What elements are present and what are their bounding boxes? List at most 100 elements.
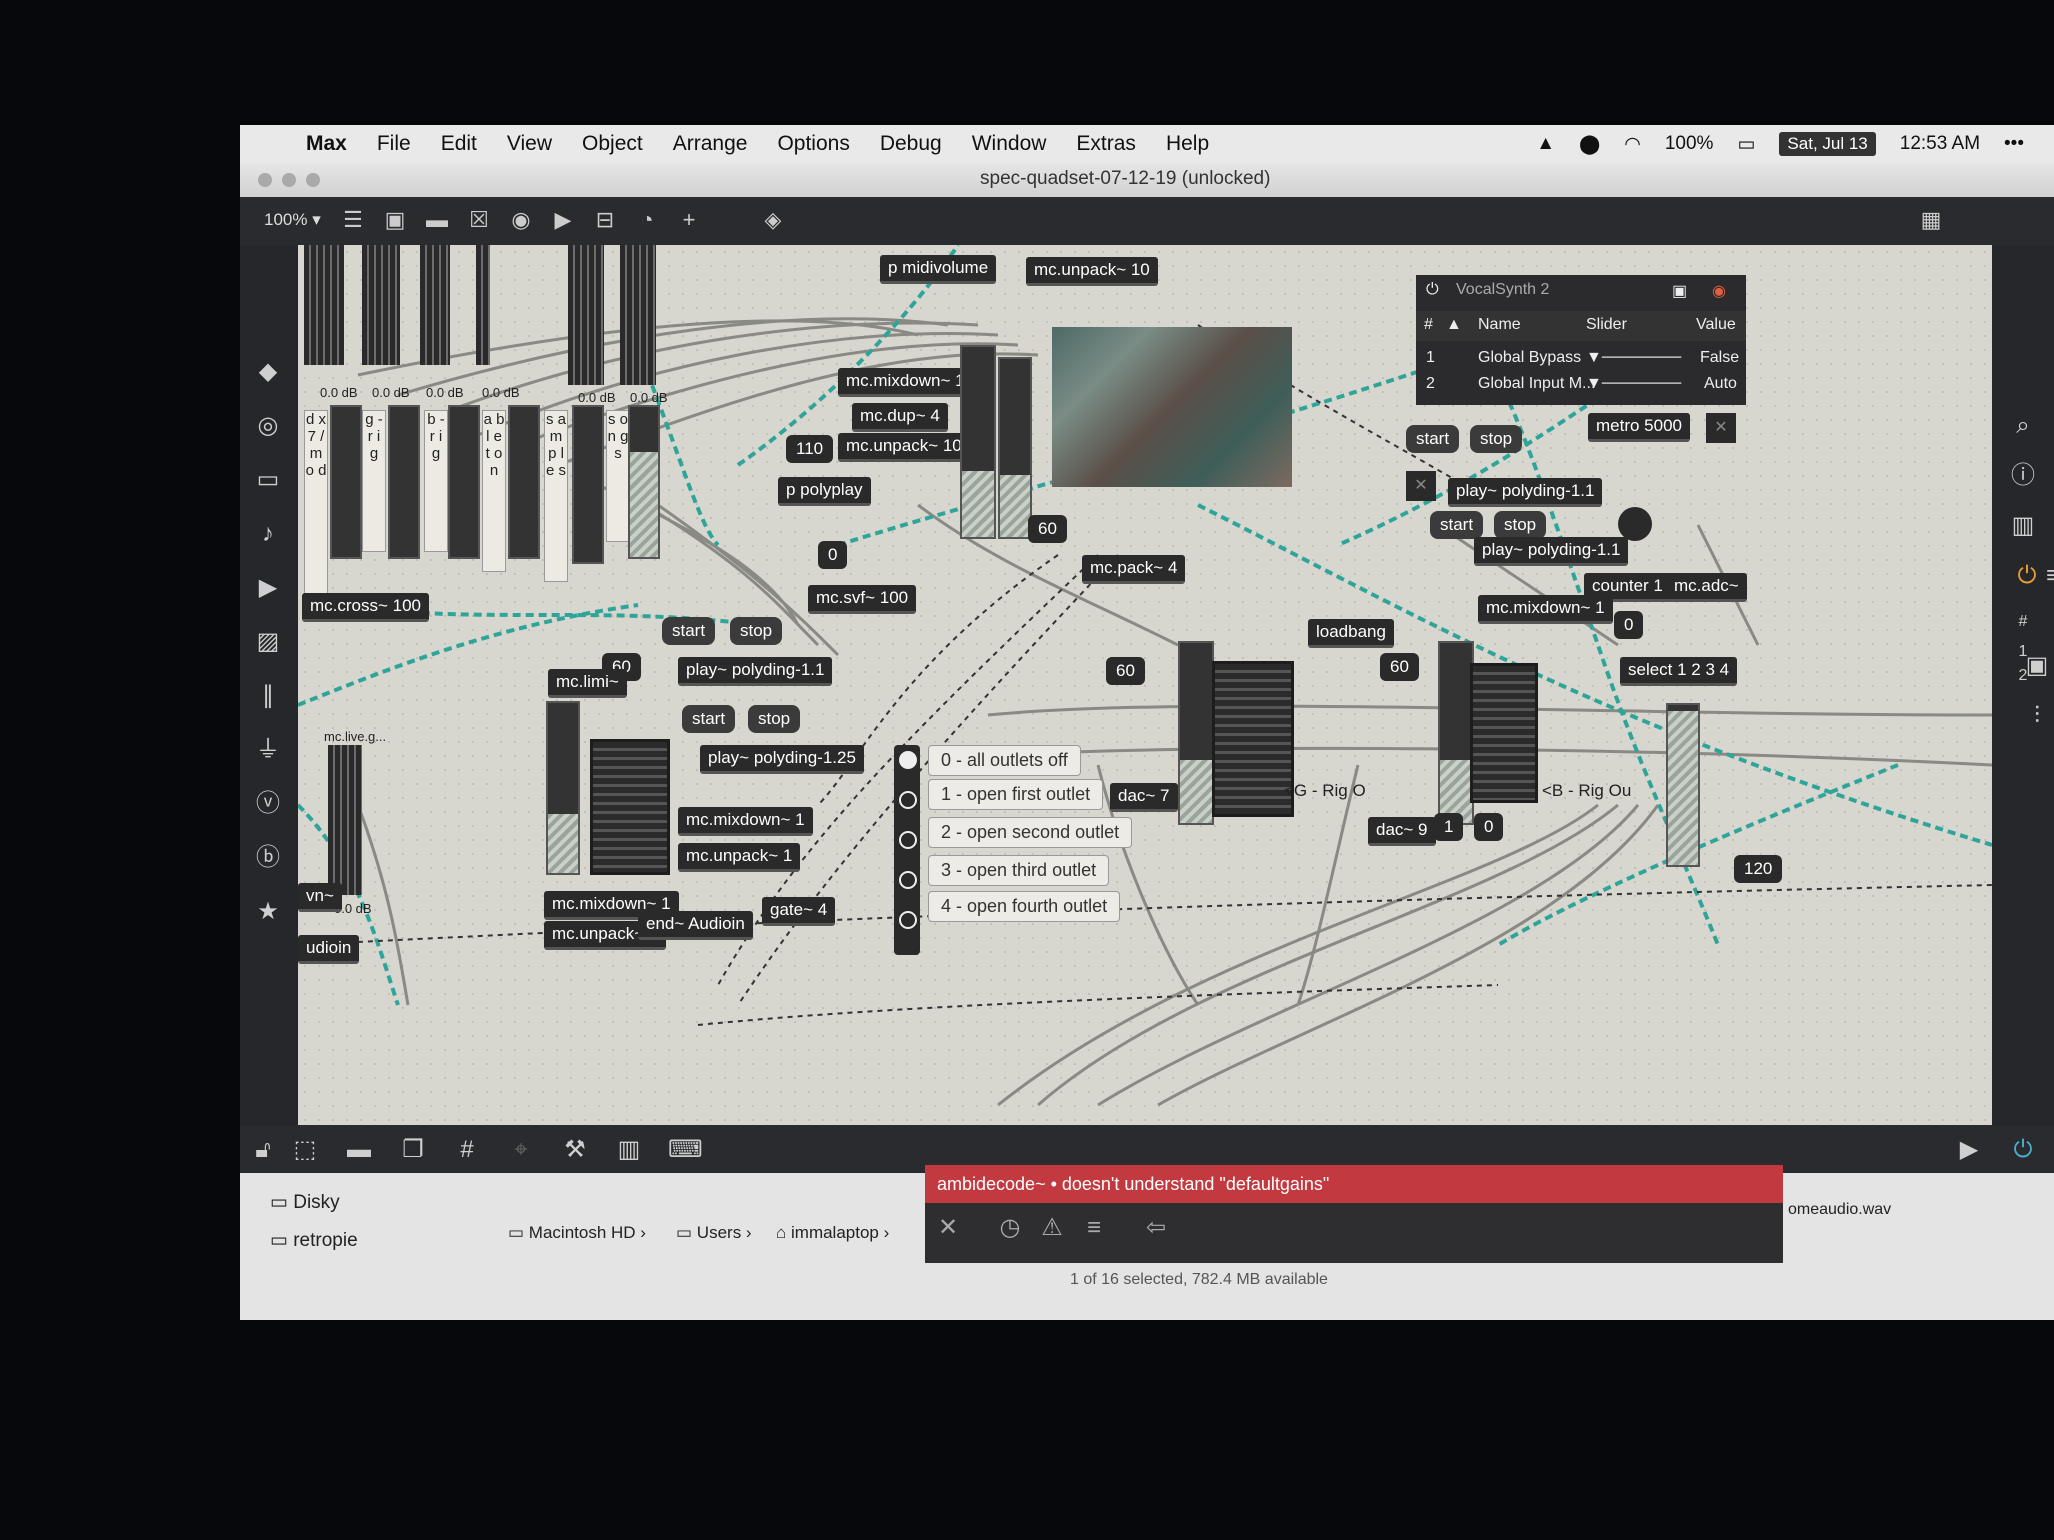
cube-icon[interactable]: ◆ — [253, 357, 283, 387]
channel-fader[interactable] — [998, 357, 1032, 539]
video-icon[interactable]: ▶ — [253, 573, 283, 603]
presentation-select-icon[interactable]: ⬚ — [290, 1135, 320, 1165]
loadbang-object[interactable]: loadbang — [1308, 619, 1394, 648]
finder-sidebar-retropie[interactable]: ▭ retropie — [270, 1229, 358, 1252]
mc-mixdown-object[interactable]: mc.mixdown~ 1 — [838, 368, 973, 397]
menu-debug[interactable]: Debug — [880, 132, 942, 156]
mc-unpack-object[interactable]: mc.unpack~ 10 — [838, 433, 970, 462]
comment-icon[interactable]: ▬ — [424, 207, 450, 233]
path-immalaptop[interactable]: ⌂ immalaptop › — [776, 1223, 889, 1243]
menubar-date[interactable]: Sat, Jul 13 — [1779, 132, 1876, 156]
mc-pack-object[interactable]: mc.pack~ 4 — [1082, 555, 1186, 584]
channel-fader[interactable] — [628, 405, 660, 559]
layers-icon[interactable]: ❐ — [398, 1135, 428, 1165]
power-icon[interactable]: ⏻ — [1426, 281, 1439, 299]
play-icon[interactable]: ▶ — [1954, 1135, 1984, 1165]
plug-icon[interactable]: ⏚ — [253, 735, 283, 765]
number-box[interactable]: 0 — [1474, 813, 1504, 841]
power-icon[interactable]: ⏻ — [2012, 561, 2042, 591]
play-object[interactable]: play~ polyding-1.1 — [1474, 537, 1629, 566]
menubar-more-icon[interactable]: ••• — [2004, 133, 2024, 155]
warning-icon[interactable]: ⚠ — [1037, 1213, 1067, 1243]
menu-view[interactable]: View — [507, 132, 552, 156]
target-icon[interactable]: ◎ — [253, 411, 283, 441]
mc-adc-object[interactable]: mc.adc~ — [1666, 573, 1747, 602]
lock-icon[interactable]: 🔓︎ — [248, 1135, 278, 1165]
radio-option[interactable] — [899, 911, 917, 929]
object-box-icon[interactable]: ▣ — [382, 207, 408, 233]
paint-bucket-icon[interactable]: ◈ — [760, 207, 786, 233]
beap-icon[interactable]: ⓑ — [253, 843, 283, 873]
param-slider[interactable]: ▼─────── — [1586, 349, 1681, 367]
mc-svf-object[interactable]: mc.svf~ 100 — [808, 585, 917, 614]
camera-icon[interactable]: ▣ — [2022, 651, 2052, 681]
column-name[interactable]: Name — [1478, 316, 1521, 334]
toggle-icon[interactable]: ☒ — [466, 207, 492, 233]
vlc-cone-icon[interactable]: ▲ — [1536, 133, 1555, 155]
radio-option[interactable] — [899, 871, 917, 889]
dsp-power-icon[interactable]: ⏻ — [2008, 1135, 2038, 1165]
dac-object[interactable]: dac~ 7 — [1110, 783, 1178, 812]
star-icon[interactable]: ★ — [253, 897, 283, 927]
menu-options[interactable]: Options — [777, 132, 849, 156]
radio-option[interactable] — [899, 751, 917, 769]
mixer-icon[interactable]: ⫶ — [2022, 701, 2052, 731]
slider-icon[interactable]: ⊟ — [592, 207, 618, 233]
param-row[interactable]: 1 Global Bypass ▼─────── False — [1416, 345, 1746, 371]
channel-fader[interactable] — [448, 405, 480, 559]
start-message[interactable]: start — [682, 705, 736, 733]
number-box[interactable]: 60 — [1380, 653, 1419, 681]
param-slider[interactable]: ▼─────── — [1586, 375, 1681, 393]
mc-unpack-10-object[interactable]: mc.unpack~ 10 — [1026, 257, 1158, 286]
dial-icon[interactable]: ◔ — [634, 207, 660, 233]
mc-limi-object[interactable]: mc.limi~ — [548, 669, 627, 698]
select-object[interactable]: select 1 2 3 4 — [1620, 657, 1738, 686]
battery-icon[interactable]: ▭ — [1737, 133, 1755, 156]
partial-object[interactable]: udioin — [298, 935, 360, 964]
mc-mixdown-object[interactable]: mc.mixdown~ 1 — [678, 807, 813, 836]
stop-message[interactable]: stop — [748, 705, 801, 733]
menubar-time[interactable]: 12:53 AM — [1900, 133, 1980, 155]
toggle-box[interactable]: ✕ — [1706, 413, 1736, 443]
vst-icon[interactable]: ⓥ — [253, 789, 283, 819]
p-polyplay-object[interactable]: p polyplay — [778, 477, 871, 506]
mc-unpack-object[interactable]: mc.unpack~ 1 — [678, 843, 801, 872]
radio-option[interactable] — [899, 791, 917, 809]
start-message[interactable]: start — [662, 617, 716, 645]
minimize-window-button[interactable] — [282, 173, 296, 187]
number-box[interactable]: 60 — [1028, 515, 1067, 543]
stop-message[interactable]: stop — [730, 617, 783, 645]
back-arrow-icon[interactable]: ⇦ — [1141, 1213, 1171, 1243]
toggle-box[interactable]: ✕ — [1406, 471, 1436, 501]
play-object[interactable]: play~ polyding-1.1 — [678, 657, 833, 686]
channel-fader[interactable] — [388, 405, 420, 559]
close-window-button[interactable] — [258, 173, 272, 187]
channel-fader[interactable] — [1438, 641, 1474, 825]
menu-extras[interactable]: Extras — [1076, 132, 1136, 156]
start-message[interactable]: start — [1430, 511, 1484, 539]
finder-file-partial[interactable]: omeaudio.wav — [1788, 1201, 1891, 1219]
snap-icon[interactable]: ⌖ — [506, 1135, 536, 1165]
keyboard-icon[interactable]: ⌨ — [668, 1135, 703, 1165]
sort-icon[interactable]: ▲ — [1446, 316, 1462, 334]
piano-icon[interactable]: ▥ — [614, 1135, 644, 1165]
clock-icon[interactable]: ◷ — [995, 1213, 1025, 1243]
number-box[interactable]: 120 — [1734, 855, 1783, 883]
stop-message[interactable]: stop — [1470, 425, 1523, 453]
channel-fader[interactable] — [1178, 641, 1214, 825]
path-users[interactable]: ▭ Users › — [676, 1223, 752, 1243]
image-icon[interactable]: ▨ — [253, 627, 283, 657]
play-object[interactable]: play~ polyding-1.25 — [700, 745, 864, 774]
bang-button[interactable] — [1618, 507, 1652, 541]
console-error-line[interactable]: ambidecode~ • doesn't understand "defaul… — [925, 1165, 1783, 1203]
music-note-icon[interactable]: ♪ — [253, 519, 283, 549]
finder-sidebar-disky[interactable]: ▭ Disky — [270, 1191, 340, 1214]
partial-object[interactable]: vn~ — [298, 883, 342, 912]
radiogroup[interactable] — [894, 745, 920, 955]
grid-icon[interactable]: # — [452, 1135, 482, 1165]
lock-icon[interactable]: ⬤ — [1579, 133, 1600, 156]
list-icon[interactable]: ≡ — [2046, 561, 2054, 591]
number-box[interactable]: 1 — [1434, 813, 1464, 841]
grid-toggle-icon[interactable]: ▦ — [1918, 207, 1944, 233]
start-message[interactable]: start — [1406, 425, 1460, 453]
